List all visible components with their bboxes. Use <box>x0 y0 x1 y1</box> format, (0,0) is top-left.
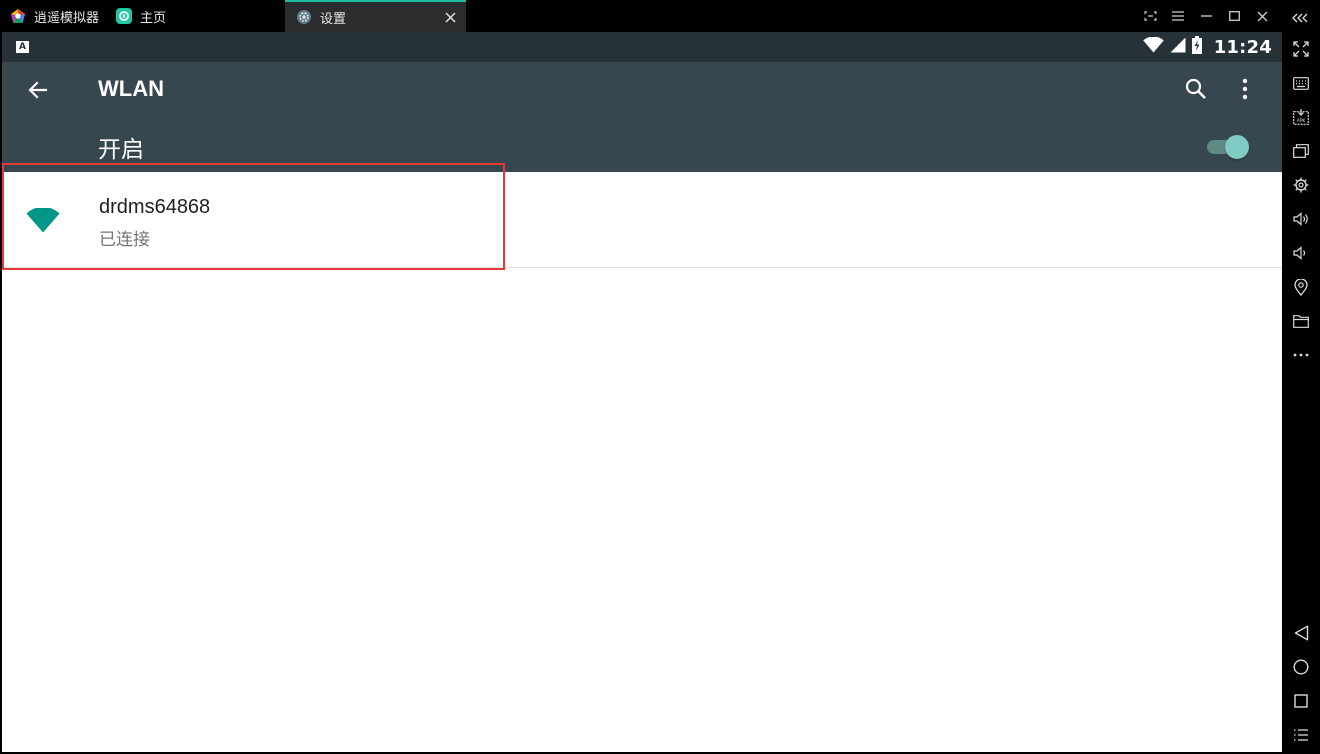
wlan-switch-bar[interactable]: 开启 <box>2 118 1282 172</box>
notification-badge: A <box>16 41 29 53</box>
tab-app-brand[interactable]: 逍遥模拟器 <box>10 0 99 32</box>
folder-icon[interactable] <box>1291 311 1311 331</box>
status-icons: 11:24 <box>1143 32 1272 62</box>
volume-up-icon[interactable] <box>1291 209 1311 229</box>
tab-home[interactable]: 主页 <box>116 0 166 32</box>
svg-text:APK: APK <box>1297 118 1307 124</box>
volume-down-icon[interactable] <box>1291 243 1311 263</box>
search-icon[interactable] <box>1183 76 1209 102</box>
page-title: WLAN <box>98 76 164 101</box>
app-bar: WLAN <box>2 62 1282 118</box>
nav-home-icon[interactable] <box>1291 657 1311 677</box>
android-screen: A 11:24 WLAN 开启 drdms64868 已连接 <box>2 32 1282 752</box>
close-window-icon[interactable] <box>1248 0 1276 32</box>
keyboard-icon[interactable] <box>1291 73 1311 93</box>
back-arrow-icon[interactable] <box>26 78 50 102</box>
signal-icon <box>1170 37 1186 57</box>
nav-back-icon[interactable] <box>1291 623 1311 643</box>
emulator-window: 逍遥模拟器 主页 设置 APK A 11:24 WLAN 开启 drdms648… <box>0 0 1320 754</box>
screenshot-icon[interactable] <box>1136 0 1164 32</box>
emulator-titlebar: 逍遥模拟器 主页 设置 <box>0 0 1320 32</box>
toggle-thumb <box>1225 135 1249 159</box>
emulator-side-toolbar: APK <box>1282 0 1320 754</box>
window-controls <box>1136 0 1276 32</box>
tab-home-label: 主页 <box>140 10 167 26</box>
multi-window-icon[interactable] <box>1291 141 1311 161</box>
wifi-status-icon <box>1143 36 1164 57</box>
menu-list-icon[interactable] <box>1291 725 1311 745</box>
tab-settings-label: 设置 <box>320 11 347 27</box>
tab-app-label: 逍遥模拟器 <box>34 10 100 26</box>
minimize-icon[interactable] <box>1192 0 1220 32</box>
wlan-toggle[interactable] <box>1207 133 1251 159</box>
maximize-icon[interactable] <box>1220 0 1248 32</box>
network-ssid: drdms64868 <box>99 196 211 218</box>
overflow-menu-icon[interactable] <box>1235 76 1255 102</box>
home-app-icon <box>116 8 132 24</box>
more-icon[interactable] <box>1291 345 1311 365</box>
network-status: 已连接 <box>99 230 150 250</box>
battery-icon <box>1191 36 1202 58</box>
status-clock: 11:24 <box>1213 36 1272 58</box>
status-bar: A 11:24 <box>2 32 1282 62</box>
wlan-switch-label: 开启 <box>98 137 144 163</box>
settings-icon[interactable] <box>1291 175 1311 195</box>
close-icon[interactable] <box>443 10 457 24</box>
menu-icon[interactable] <box>1164 0 1192 32</box>
app-logo-icon <box>10 8 26 24</box>
wifi-signal-icon <box>26 206 60 234</box>
nav-recents-icon[interactable] <box>1291 691 1311 711</box>
collapse-toolbar-icon[interactable] <box>1291 8 1311 28</box>
apk-install-icon[interactable]: APK <box>1291 107 1311 127</box>
location-icon[interactable] <box>1291 277 1311 297</box>
settings-gear-icon <box>296 9 312 25</box>
tab-settings[interactable]: 设置 <box>285 0 466 32</box>
network-list-item[interactable]: drdms64868 已连接 <box>2 172 1282 268</box>
fullscreen-icon[interactable] <box>1291 39 1311 59</box>
